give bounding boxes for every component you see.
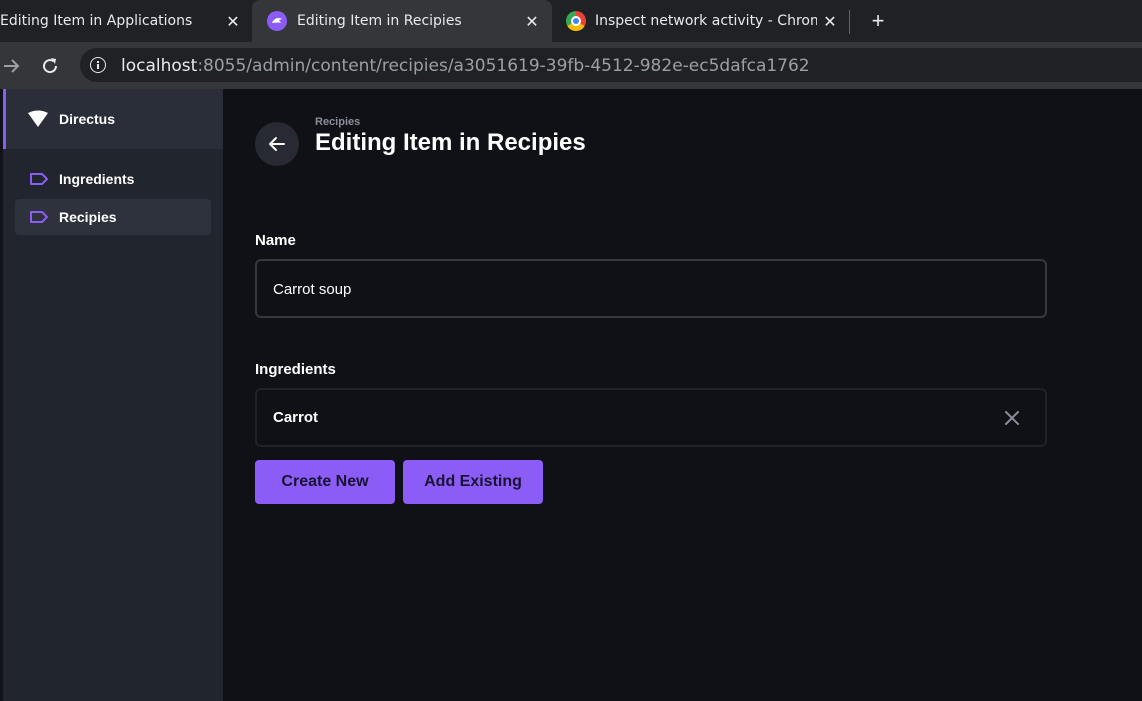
name-input[interactable]: Carrot soup [255,259,1047,318]
reload-icon[interactable] [38,54,62,78]
url-text: localhost:8055/admin/content/recipies/a3… [121,56,810,76]
tab-title: Editing Item in Applications [0,13,193,29]
name-input-value: Carrot soup [273,281,352,298]
directus-app: Directus Ingredients Recipies Recipies E… [0,89,1142,701]
browser-toolbar: localhost:8055/admin/content/recipies/a3… [0,42,1142,89]
navigation-sidebar: Directus Ingredients Recipies [3,89,223,701]
sidebar-item-recipies[interactable]: Recipies [15,199,211,235]
add-existing-button[interactable]: Add Existing [403,460,543,504]
browser-tab-applications[interactable]: Editing Item in Applications ✕ [0,0,252,42]
info-icon[interactable] [90,57,106,73]
ingredient-list-item[interactable]: Carrot [255,388,1047,447]
sidebar-item-ingredients[interactable]: Ingredients [15,161,211,197]
address-bar[interactable]: localhost:8055/admin/content/recipies/a3… [80,48,1142,82]
close-icon[interactable]: ✕ [223,11,243,31]
close-icon[interactable]: ✕ [820,11,840,31]
create-new-button[interactable]: Create New [255,460,395,504]
tab-separator [849,10,850,34]
ingredients-field-label: Ingredients [255,361,336,378]
label-tag-icon [29,171,49,192]
directus-logo-icon [26,109,50,134]
breadcrumb[interactable]: Recipies [315,116,360,128]
tab-title: Inspect network activity - Chrome [595,13,817,29]
project-header[interactable]: Directus [3,89,223,149]
browser-tab-recipies[interactable]: Editing Item in Recipies ✕ [252,0,552,42]
project-name: Directus [59,111,116,127]
ingredient-name: Carrot [273,409,319,426]
directus-favicon-icon [267,11,287,31]
tab-title: Editing Item in Recipies [297,13,462,29]
close-icon[interactable]: ✕ [522,11,542,31]
new-tab-plus-icon[interactable]: + [866,8,890,33]
arrow-left-icon [269,137,285,151]
page-title: Editing Item in Recipies [315,129,586,156]
main-content: Recipies Editing Item in Recipies Name C… [223,89,1142,701]
chrome-favicon-icon [566,11,586,31]
label-tag-icon [29,209,49,230]
close-icon[interactable] [1003,409,1021,427]
sidebar-item-label: Ingredients [59,171,135,187]
back-button[interactable] [255,122,299,166]
browser-tab-inspect[interactable]: Inspect network activity - Chrome ✕ [552,0,850,42]
name-field-label: Name [255,232,296,249]
browser-tab-bar: Editing Item in Applications ✕ Editing I… [0,0,1142,42]
sidebar-item-label: Recipies [59,209,117,225]
forward-arrow-icon[interactable] [0,54,24,78]
